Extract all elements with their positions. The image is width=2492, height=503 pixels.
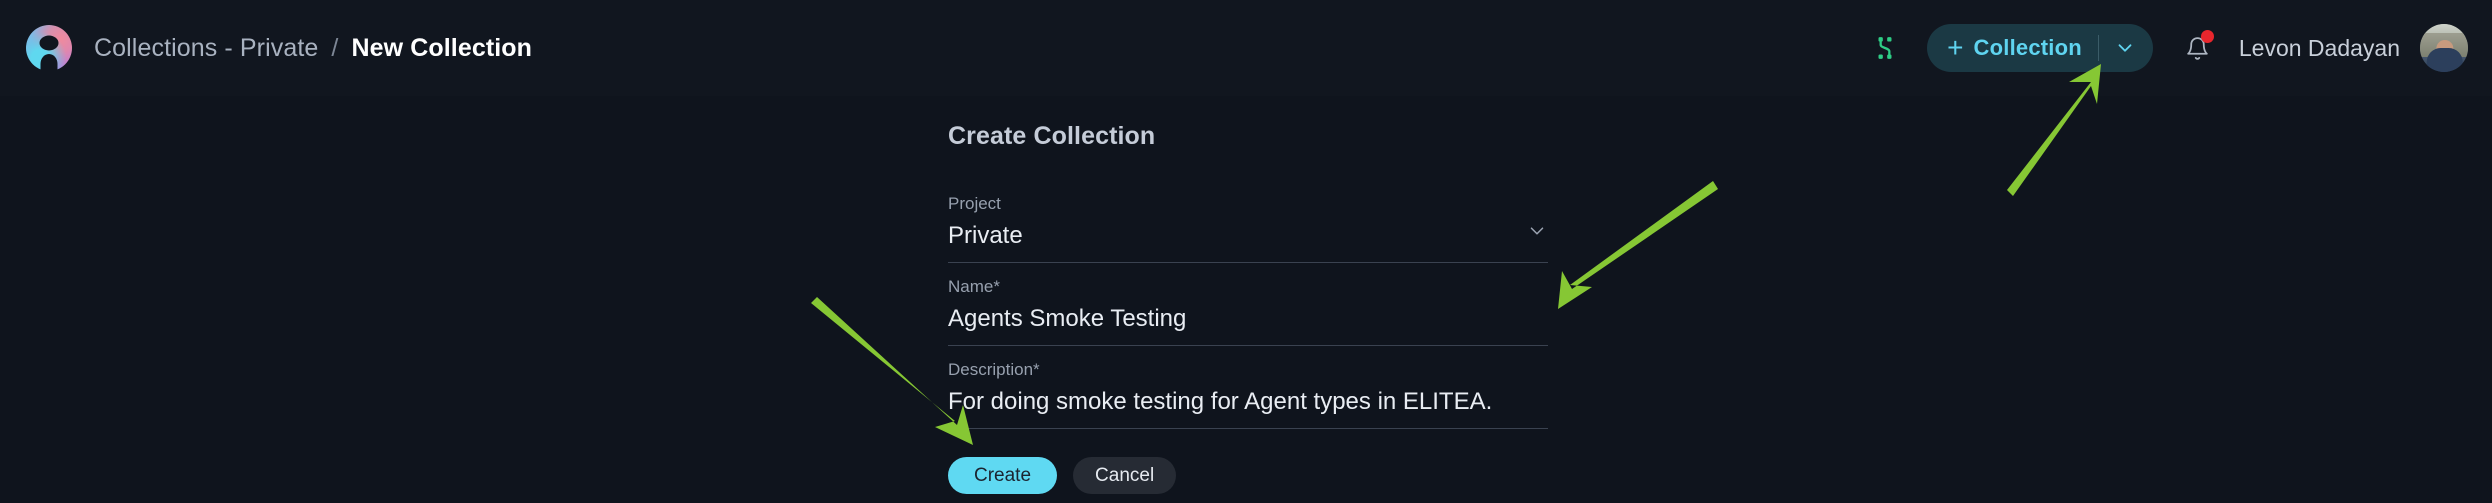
notification-badge-dot bbox=[2200, 30, 2214, 43]
create-button[interactable]: Create bbox=[948, 457, 1058, 495]
description-field-value[interactable]: For doing smoke testing for Agent types … bbox=[948, 387, 1548, 417]
button-divider bbox=[2097, 35, 2099, 61]
description-field-label: Description* bbox=[948, 359, 1548, 381]
name-field-label-text: Name bbox=[948, 277, 994, 297]
user-avatar[interactable] bbox=[2420, 24, 2468, 72]
user-name-label: Levon Dadayan bbox=[2238, 34, 2400, 61]
breadcrumb: Collections - Private / New Collection bbox=[94, 34, 532, 63]
name-field-value[interactable]: Agents Smoke Testing bbox=[948, 304, 1548, 334]
header-actions: + Collection Levon Dadayan bbox=[1863, 24, 2468, 72]
create-collection-form: Create Collection Project Private Name* … bbox=[948, 122, 1548, 495]
elitea-logo-icon[interactable] bbox=[26, 25, 72, 71]
breadcrumb-separator: / bbox=[331, 33, 339, 62]
description-field-label-text: Description bbox=[948, 360, 1034, 380]
project-field-inner: Project Private bbox=[948, 193, 1514, 251]
page-title: Create Collection bbox=[948, 122, 1156, 150]
name-field-inner: Name* Agents Smoke Testing bbox=[948, 276, 1548, 334]
required-marker: * bbox=[1033, 360, 1040, 380]
form-actions: Create Cancel bbox=[948, 457, 1548, 495]
plus-icon: + bbox=[1947, 32, 1964, 63]
breadcrumb-current: New Collection bbox=[351, 33, 533, 62]
project-field-value: Private bbox=[948, 222, 1023, 250]
shuffle-flow-icon[interactable] bbox=[1863, 26, 1907, 70]
description-field[interactable]: Description* For doing smoke testing for… bbox=[948, 346, 1548, 430]
project-field[interactable]: Project Private bbox=[948, 185, 1548, 264]
avatar-image-body bbox=[2426, 48, 2463, 72]
top-header-bar: Collections - Private / New Collection +… bbox=[0, 0, 2492, 96]
notifications-button[interactable] bbox=[2175, 26, 2221, 70]
breadcrumb-root-link[interactable]: Collections - Private bbox=[94, 34, 318, 63]
name-field[interactable]: Name* Agents Smoke Testing bbox=[948, 263, 1548, 347]
project-field-label: Project bbox=[948, 194, 1001, 213]
required-marker: * bbox=[993, 277, 1000, 297]
chevron-down-icon[interactable] bbox=[1526, 220, 1548, 251]
chevron-down-icon[interactable] bbox=[2103, 37, 2147, 59]
create-collection-button[interactable]: + Collection bbox=[1927, 24, 2153, 72]
cancel-button[interactable]: Cancel bbox=[1073, 457, 1177, 495]
description-field-inner: Description* For doing smoke testing for… bbox=[948, 359, 1548, 417]
name-field-label: Name* bbox=[948, 276, 1548, 298]
collection-button-label: Collection bbox=[1973, 35, 2082, 60]
